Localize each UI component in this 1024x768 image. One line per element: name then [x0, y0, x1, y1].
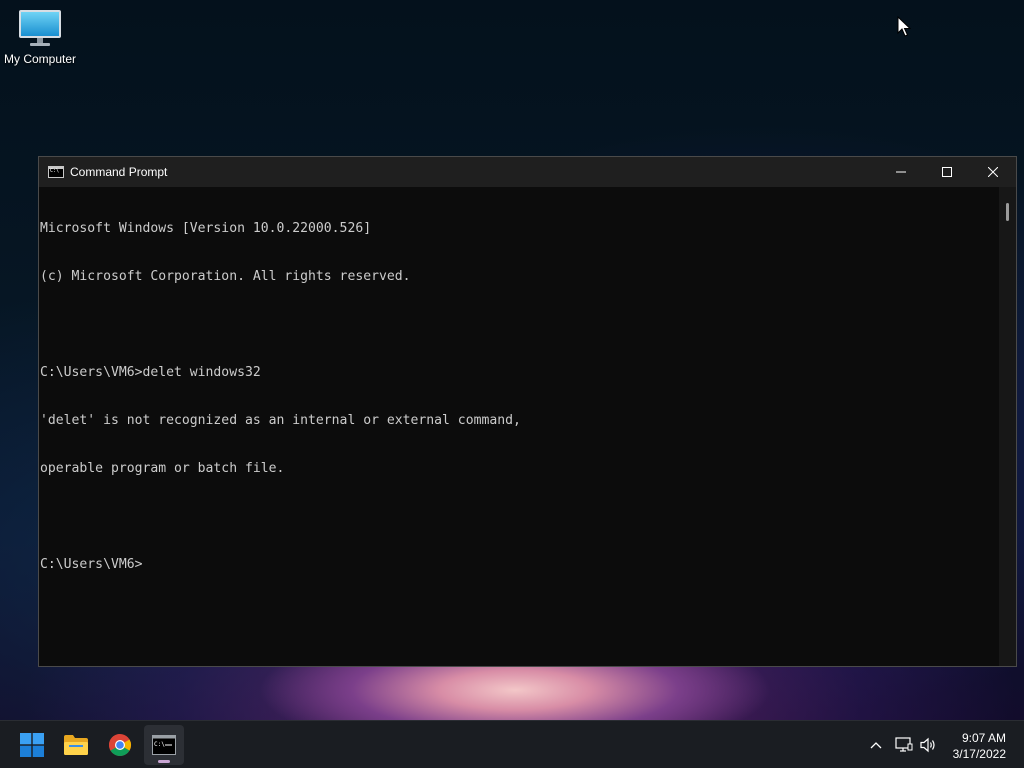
clock-time: 9:07 AM — [961, 731, 1006, 745]
command-prompt-line[interactable]: C:\Users\VM6> — [40, 557, 999, 573]
taskbar: C:\ 9:07 AM 3/17/2022 — [0, 720, 1024, 768]
maximize-icon — [942, 167, 952, 177]
file-explorer-button[interactable] — [56, 725, 96, 765]
console-line: operable program or batch file. — [40, 461, 285, 476]
close-button[interactable] — [970, 157, 1016, 187]
svg-text:C:\: C:\ — [154, 741, 165, 748]
clock-button[interactable]: 9:07 AM 3/17/2022 — [953, 730, 1006, 762]
chevron-up-icon — [870, 742, 882, 749]
console-line: C:\Users\VM6>delet windows32 — [40, 365, 261, 380]
command-prompt-window[interactable]: Command Prompt Microsoft Windows [Versio… — [38, 156, 1017, 667]
console-output[interactable]: Microsoft Windows [Version 10.0.22000.52… — [39, 187, 999, 666]
network-button[interactable] — [892, 721, 916, 768]
network-icon — [895, 737, 913, 752]
maximize-button[interactable] — [924, 157, 970, 187]
desktop-icon-my-computer[interactable]: My Computer — [2, 8, 78, 66]
vertical-scrollbar[interactable] — [999, 187, 1016, 666]
command-prompt-taskbar-button[interactable]: C:\ — [144, 725, 184, 765]
desktop-icon-label: My Computer — [3, 52, 77, 66]
chrome-icon — [109, 734, 131, 756]
show-hidden-icons-button[interactable] — [864, 721, 888, 768]
scrollbar-thumb[interactable] — [1006, 203, 1009, 221]
volume-icon — [920, 737, 935, 753]
console-line: 'delet' is not recognized as an internal… — [40, 413, 521, 428]
console-line: Microsoft Windows [Version 10.0.22000.52… — [40, 221, 372, 236]
close-icon — [988, 167, 998, 177]
start-button[interactable] — [12, 725, 52, 765]
clock-date: 3/17/2022 — [952, 747, 1006, 761]
terminal-icon: C:\ — [152, 735, 176, 755]
minimize-icon — [896, 171, 906, 173]
folder-icon — [64, 735, 88, 755]
mouse-cursor-icon — [897, 16, 911, 37]
volume-button[interactable] — [916, 721, 940, 768]
desktop: My Computer Command Prompt Microsoft Win… — [0, 0, 1024, 768]
windows-logo-icon — [20, 733, 44, 757]
title-bar[interactable]: Command Prompt — [39, 157, 1016, 187]
cmd-icon — [48, 166, 64, 178]
console-line: (c) Microsoft Corporation. All rights re… — [40, 269, 411, 284]
active-app-indicator — [158, 760, 170, 763]
monitor-icon — [19, 10, 61, 46]
chrome-button[interactable] — [100, 725, 140, 765]
window-title: Command Prompt — [70, 165, 168, 179]
minimize-button[interactable] — [878, 157, 924, 187]
